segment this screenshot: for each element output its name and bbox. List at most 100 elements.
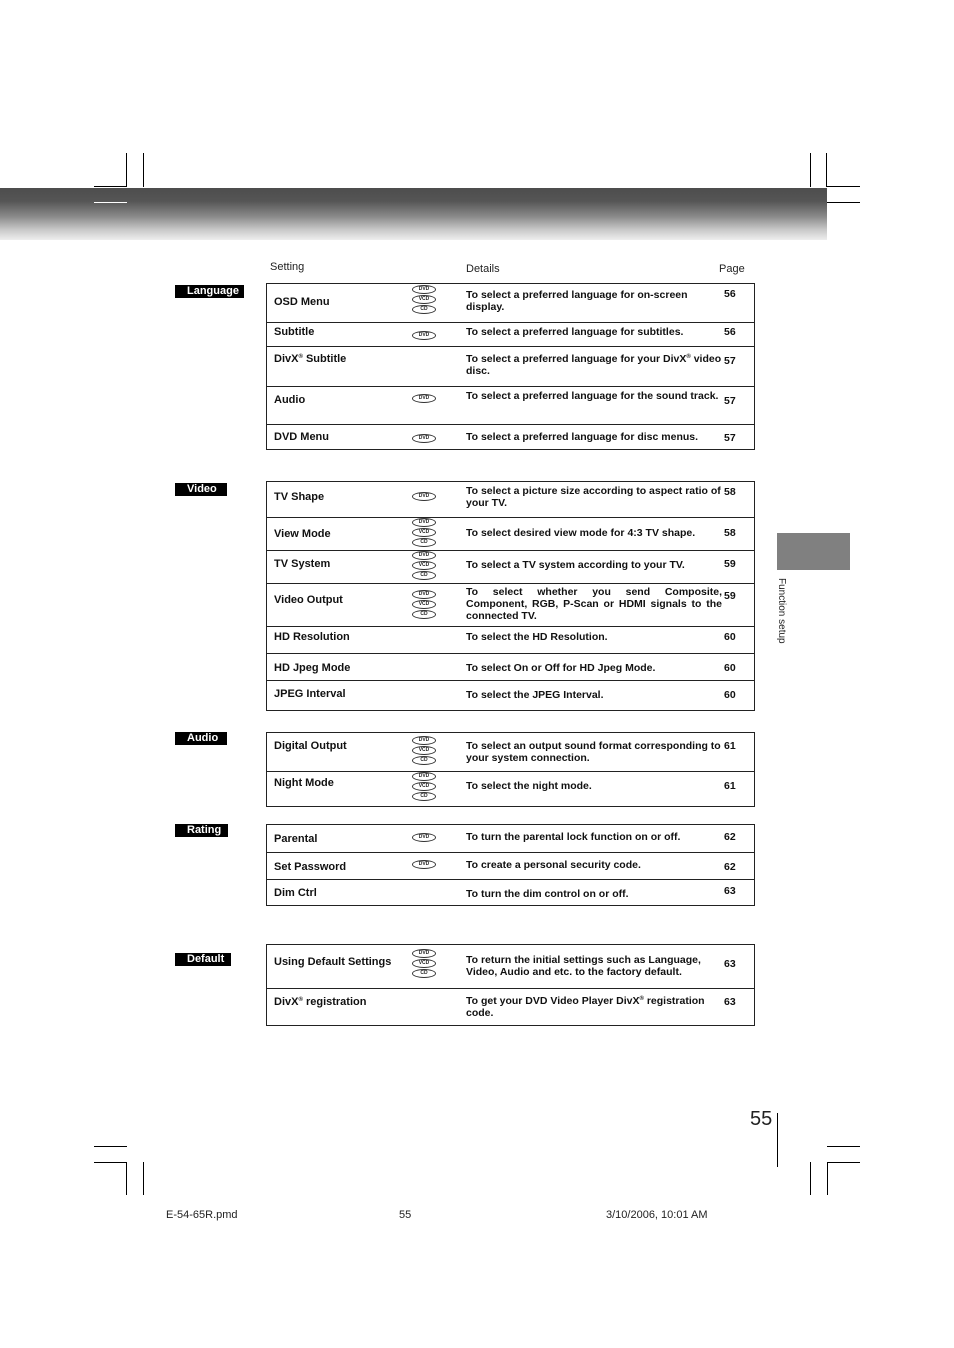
crop-mark (143, 153, 144, 187)
dvd-disc-icon: DVD (412, 860, 436, 869)
table-row: DivX® Subtitle To select a preferred lang… (267, 346, 754, 386)
table-row: Dim Ctrl To turn the dim control on or of… (267, 879, 754, 905)
table-row: DivX® registration To get your DVD Video … (267, 988, 754, 1025)
vcd-disc-icon: VCD (412, 528, 436, 537)
section-label-default: Default (175, 953, 231, 966)
page-reference[interactable]: 63 (724, 885, 736, 897)
dvd-disc-icon: DVD (412, 331, 436, 340)
setting-details: To select a preferred language for disc … (466, 431, 699, 443)
cd-disc-icon: CD (412, 305, 436, 314)
table-row: Set Password DVD To create a personal secu… (267, 852, 754, 879)
setting-name: Set Password (274, 861, 347, 873)
footer-timestamp: 3/10/2006, 10:01 AM (606, 1209, 708, 1221)
setting-details: To select whether you send Composite, Co… (466, 586, 722, 622)
dvd-disc-icon: DVD (412, 551, 436, 560)
page-reference[interactable]: 60 (724, 631, 736, 643)
setting-name: DivX® registration (274, 996, 367, 1008)
crop-mark (827, 202, 860, 203)
column-header-page: Page (719, 263, 745, 275)
crop-mark (94, 186, 127, 187)
setting-name: TV System (274, 558, 331, 570)
page-reference[interactable]: 61 (724, 780, 736, 792)
crop-mark (826, 153, 827, 187)
settings-table-video: TV Shape DVD To select a picture size acco… (266, 481, 755, 711)
table-row: Night Mode DVD VCD CD To select the night mo… (267, 771, 754, 806)
setting-name: Dim Ctrl (274, 887, 317, 899)
section-label-video: Video (175, 483, 227, 496)
dvd-disc-icon: DVD (412, 394, 436, 403)
page-reference[interactable]: 61 (724, 740, 736, 752)
dvd-disc-icon: DVD (412, 949, 436, 958)
page-reference[interactable]: 56 (724, 288, 736, 300)
column-header-details: Details (466, 263, 500, 275)
vcd-disc-icon: VCD (412, 561, 436, 570)
table-row: DVD Menu DVD To select a preferred languag… (267, 424, 754, 449)
setting-details: To select a preferred language for on-sc… (466, 289, 688, 313)
setting-details: To select the night mode. (466, 780, 592, 792)
cd-disc-icon: CD (412, 969, 436, 978)
page-reference[interactable]: 63 (724, 958, 736, 970)
crop-mark (827, 1146, 860, 1147)
disc-type-icons: DVD VCD CD (412, 551, 436, 581)
settings-table-language: OSD Menu DVD VCD CD To select a preferred la… (266, 283, 755, 450)
page-number: 55 (750, 1108, 773, 1130)
page-reference[interactable]: 62 (724, 831, 736, 843)
disc-type-icons: DVD (412, 331, 436, 341)
page-reference[interactable]: 57 (724, 355, 736, 367)
page-reference[interactable]: 59 (724, 558, 736, 570)
side-tab-label: Function setup (776, 578, 787, 644)
setting-name: TV Shape (274, 491, 325, 503)
setting-name: Video Output (274, 594, 343, 606)
page-reference[interactable]: 58 (724, 486, 736, 498)
disc-type-icons: DVD (412, 833, 436, 843)
crop-mark (126, 153, 127, 187)
table-row: JPEG Interval To select the JPEG Interval… (267, 680, 754, 710)
setting-details: To select a picture size according to as… (466, 485, 721, 509)
setting-name: View Mode (274, 528, 331, 540)
dvd-disc-icon: DVD (412, 772, 436, 781)
setting-name: Night Mode (274, 777, 334, 789)
dvd-disc-icon: DVD (412, 590, 436, 599)
table-row: Audio DVD To select a preferred language f… (267, 386, 754, 424)
vcd-disc-icon: VCD (412, 959, 436, 968)
section-label-rating: Rating (175, 824, 228, 837)
disc-type-icons: DVD VCD CD (412, 518, 436, 548)
cd-disc-icon: CD (412, 571, 436, 580)
table-row: Video Output DVD VCD CD To select whether yo… (267, 583, 754, 626)
page-reference[interactable]: 56 (724, 326, 736, 338)
page-reference[interactable]: 57 (724, 432, 736, 444)
setting-details: To select a preferred language for your … (466, 353, 722, 377)
section-label-language: Language (175, 285, 244, 298)
crop-mark (126, 1162, 127, 1195)
crop-mark (94, 1162, 127, 1163)
footer-page: 55 (399, 1209, 412, 1221)
setting-name: Parental (274, 833, 318, 845)
vcd-disc-icon: VCD (412, 782, 436, 791)
setting-details: To return the initial settings such as L… (466, 954, 701, 978)
page-reference[interactable]: 60 (724, 689, 736, 701)
page-reference[interactable]: 57 (724, 395, 736, 407)
setting-name: Audio (274, 394, 306, 406)
page-reference[interactable]: 58 (724, 527, 736, 539)
setting-details: To select an output sound format corresp… (466, 740, 721, 764)
setting-name: Digital Output (274, 740, 347, 752)
crop-mark (827, 1162, 828, 1195)
header-banner (0, 188, 827, 240)
page-reference[interactable]: 63 (724, 996, 736, 1008)
page-number-rule (777, 1113, 778, 1167)
setting-details: To turn the dim control on or off. (466, 888, 629, 900)
setting-details: To select the HD Resolution. (466, 631, 608, 643)
disc-type-icons: DVD (412, 860, 436, 870)
vcd-disc-icon: VCD (412, 600, 436, 609)
table-row: Subtitle DVD To select a preferred languag… (267, 322, 754, 346)
page-reference[interactable]: 60 (724, 662, 736, 674)
cd-disc-icon: CD (412, 756, 436, 765)
settings-table-default: Using Default Settings DVD VCD CD To return … (266, 944, 755, 1026)
table-row: Using Default Settings DVD VCD CD To return … (267, 945, 754, 988)
setting-name: DVD Menu (274, 431, 329, 443)
page-reference[interactable]: 62 (724, 861, 736, 873)
page-reference[interactable]: 59 (724, 590, 736, 602)
table-row: TV System DVD VCD CD To select a TV system a… (267, 550, 754, 583)
disc-type-icons: DVD (412, 434, 436, 444)
crop-mark (810, 1162, 811, 1195)
